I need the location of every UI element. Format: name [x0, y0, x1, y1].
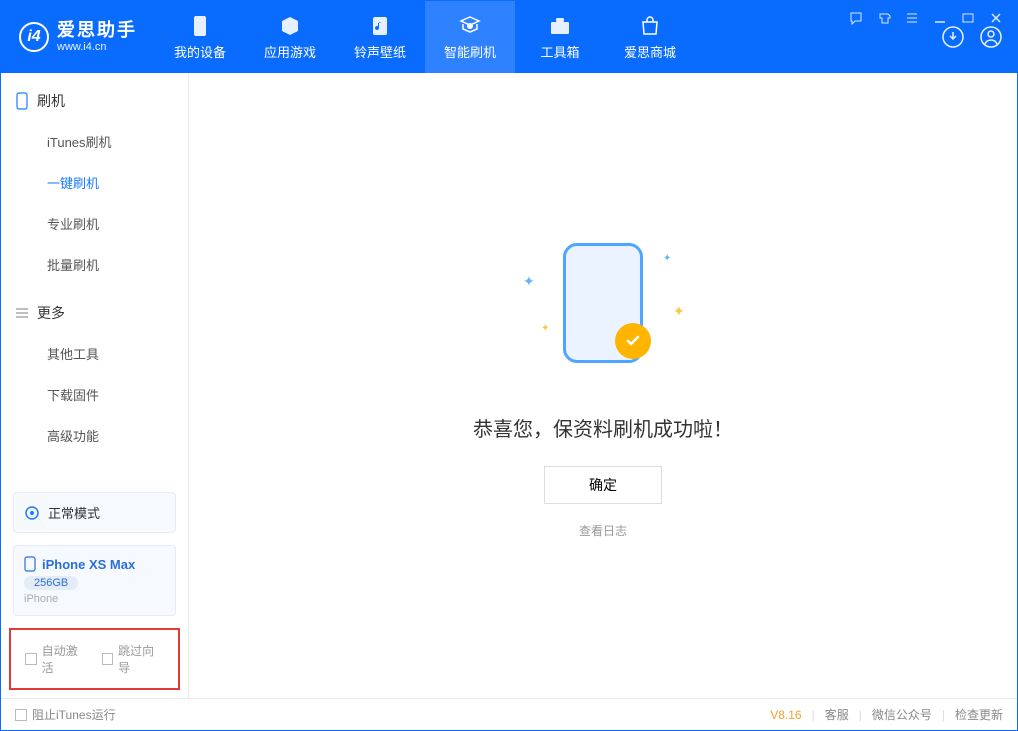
app-url: www.i4.cn: [57, 41, 137, 53]
shop-icon: [638, 14, 662, 38]
tab-shop[interactable]: 爱思商城: [605, 1, 695, 73]
device-type-label: iPhone: [24, 593, 165, 605]
app-title: 爱思助手: [57, 21, 137, 41]
success-illustration: ✦ ✦ ✦ ✦: [493, 233, 713, 393]
titlebar-right: [941, 25, 1017, 49]
device-icon: [188, 14, 212, 38]
section-label: 更多: [37, 303, 65, 323]
checkbox-box-icon: [25, 653, 37, 665]
mode-label: 正常模式: [48, 503, 100, 522]
checkbox-block-itunes[interactable]: 阻止iTunes运行: [15, 706, 116, 723]
sidebar-item-itunes-flash[interactable]: iTunes刷机: [1, 121, 188, 162]
sidebar-item-download-firmware[interactable]: 下载固件: [1, 374, 188, 415]
check-badge-icon: [615, 323, 651, 359]
device-name-label: iPhone XS Max: [42, 557, 135, 572]
sidebar-item-batch-flash[interactable]: 批量刷机: [1, 244, 188, 285]
success-message: 恭喜您，保资料刷机成功啦！: [473, 413, 733, 442]
checkbox-label: 跳过向导: [118, 642, 164, 676]
status-link-support[interactable]: 客服: [825, 706, 849, 723]
section-label: 刷机: [37, 91, 65, 111]
tab-label: 智能刷机: [444, 42, 496, 61]
checkbox-label: 阻止iTunes运行: [32, 706, 116, 723]
mode-box[interactable]: 正常模式: [13, 492, 176, 533]
checkbox-box-icon: [15, 709, 27, 721]
logo-icon: i4: [19, 22, 49, 52]
checkbox-label: 自动激活: [42, 642, 88, 676]
status-link-wechat[interactable]: 微信公众号: [872, 706, 932, 723]
sparkle-icon: ✦: [523, 273, 535, 290]
cube-icon: [278, 14, 302, 38]
sparkle-icon: ✦: [663, 253, 671, 264]
device-box[interactable]: iPhone XS Max 256GB iPhone: [13, 545, 176, 616]
sparkle-icon: ✦: [541, 323, 549, 334]
phone-icon: [15, 92, 29, 110]
tab-toolbox[interactable]: 工具箱: [515, 1, 605, 73]
tab-ringtones[interactable]: 铃声壁纸: [335, 1, 425, 73]
sparkle-icon: ✦: [673, 303, 685, 320]
nav-tabs: 我的设备 应用游戏 铃声壁纸 智能刷机 工具箱 爱思商城: [155, 1, 695, 73]
tab-label: 工具箱: [540, 42, 579, 61]
sidebar-item-pro-flash[interactable]: 专业刷机: [1, 203, 188, 244]
feedback-icon[interactable]: [847, 9, 865, 27]
checkbox-box-icon: [102, 653, 114, 665]
sidebar: 刷机 iTunes刷机 一键刷机 专业刷机 批量刷机 更多 其他工具 下载固件 …: [1, 73, 189, 698]
toolbox-icon: [548, 14, 572, 38]
sidebar-section-flash: 刷机: [1, 73, 188, 121]
sidebar-item-advanced[interactable]: 高级功能: [1, 415, 188, 456]
sidebar-item-other-tools[interactable]: 其他工具: [1, 333, 188, 374]
main-content: ✦ ✦ ✦ ✦ 恭喜您，保资料刷机成功啦！ 确定 查看日志: [189, 73, 1017, 698]
checkbox-skip-guide[interactable]: 跳过向导: [102, 642, 165, 676]
user-button[interactable]: [979, 25, 1003, 49]
status-link-update[interactable]: 检查更新: [955, 706, 1003, 723]
download-button[interactable]: [941, 25, 965, 49]
tab-my-device[interactable]: 我的设备: [155, 1, 245, 73]
tab-label: 爱思商城: [624, 42, 676, 61]
app-logo: i4 爱思助手 www.i4.cn: [1, 21, 155, 53]
music-icon: [368, 14, 392, 38]
mode-icon: [24, 505, 40, 521]
device-small-icon: [24, 556, 36, 572]
sidebar-section-more: 更多: [1, 285, 188, 333]
tab-label: 铃声壁纸: [354, 42, 406, 61]
view-log-link[interactable]: 查看日志: [579, 522, 627, 539]
skin-icon[interactable]: [875, 9, 893, 27]
menu-lines-icon: [15, 306, 29, 320]
checkbox-auto-activate[interactable]: 自动激活: [25, 642, 88, 676]
menu-icon[interactable]: [903, 9, 921, 27]
refresh-icon: [458, 14, 482, 38]
device-storage-badge: 256GB: [24, 576, 78, 590]
ok-button[interactable]: 确定: [544, 466, 662, 504]
version-label: V8.16: [770, 708, 801, 722]
statusbar: 阻止iTunes运行 V8.16 | 客服 | 微信公众号 | 检查更新: [1, 698, 1017, 730]
sidebar-item-onekey-flash[interactable]: 一键刷机: [1, 162, 188, 203]
tab-apps-games[interactable]: 应用游戏: [245, 1, 335, 73]
tab-smart-flash[interactable]: 智能刷机: [425, 1, 515, 73]
tab-label: 应用游戏: [264, 42, 316, 61]
tab-label: 我的设备: [174, 42, 226, 61]
checkbox-row-highlighted: 自动激活 跳过向导: [9, 628, 180, 690]
